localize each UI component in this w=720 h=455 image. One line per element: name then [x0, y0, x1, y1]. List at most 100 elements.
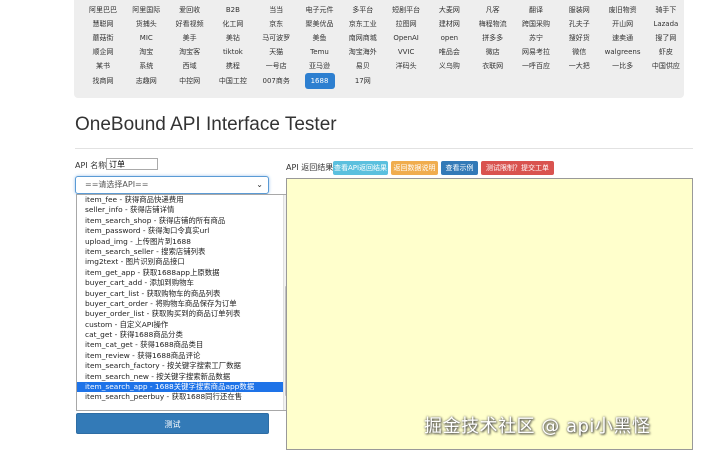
api-option[interactable]: item_search_app - 1688关键字搜索商品app数据 [77, 382, 293, 393]
platform-link[interactable]: 微信 [556, 45, 602, 59]
platform-link[interactable]: 翻译 [513, 3, 559, 17]
api-option[interactable]: custom - 自定义API操作 [77, 320, 293, 330]
api-option[interactable]: item_review - 获得1688商品评论 [77, 351, 293, 361]
platform-link[interactable]: tiktok [210, 45, 256, 59]
api-option[interactable]: buyer_cart_add - 添加到购物车 [77, 278, 293, 288]
view-example-button[interactable]: 查看示例 [441, 161, 478, 175]
api-option[interactable]: item_fee - 获得商品快递费用 [77, 195, 293, 205]
platform-link[interactable]: 阿里国际 [123, 3, 169, 17]
platform-link[interactable]: 阿里巴巴 [80, 3, 126, 17]
platform-link[interactable]: Lazada [643, 17, 689, 31]
platform-link[interactable]: 1688 [304, 73, 335, 89]
platform-link[interactable]: 17网 [340, 74, 386, 88]
platform-link[interactable]: 电子元件 [297, 3, 343, 17]
platform-link[interactable]: 网易考拉 [513, 45, 559, 59]
platform-link[interactable]: MIC [123, 31, 169, 45]
api-name-input[interactable] [106, 158, 158, 170]
platform-link[interactable]: B2B [210, 3, 256, 17]
platform-link[interactable]: 蘑菇街 [80, 31, 126, 45]
api-select[interactable]: ==请选择API== ⌄ [75, 176, 269, 194]
platform-link[interactable]: 淘宝客 [167, 45, 213, 59]
api-option[interactable]: item_get_app - 获取1688app上原数据 [77, 268, 293, 278]
data-description-button[interactable]: 返回数据说明 [391, 161, 438, 175]
platform-link[interactable]: 苏宁 [513, 31, 559, 45]
platform-link[interactable]: VVIC [383, 45, 429, 59]
platform-link[interactable]: 美手 [167, 31, 213, 45]
platform-link[interactable]: 唯品会 [426, 45, 472, 59]
platform-link[interactable]: 搜好货 [556, 31, 602, 45]
platform-link[interactable]: 速卖通 [600, 31, 646, 45]
platform-link[interactable]: 淘宝 [123, 45, 169, 59]
api-option[interactable]: cat_get - 获得1688商品分类 [77, 330, 293, 340]
api-option[interactable]: item_password - 获得淘口令真实url [77, 226, 293, 236]
platform-link[interactable]: 马可波罗 [253, 31, 299, 45]
platform-link[interactable]: open [426, 31, 472, 45]
api-option[interactable]: buyer_cart_list - 获取购物车的商品列表 [77, 289, 293, 299]
platform-link[interactable]: 好看视频 [167, 17, 213, 31]
platform-link[interactable]: 携程 [210, 59, 256, 73]
platform-link[interactable]: 服装网 [556, 3, 602, 17]
platform-link[interactable]: 中控网 [167, 74, 213, 88]
platform-link[interactable]: 货捕头 [123, 17, 169, 31]
api-option[interactable]: buyer_cart_order - 将购物车商品保存为订单 [77, 299, 293, 309]
platform-link[interactable]: 微店 [470, 45, 516, 59]
platform-link[interactable]: 京东 [253, 17, 299, 31]
api-option[interactable]: item_search_peerbuy - 获取1688同行还在售 [77, 392, 293, 402]
platform-link[interactable]: 跨国采购 [513, 17, 559, 31]
view-result-button[interactable]: 查看API返回结果 [333, 161, 388, 175]
platform-link[interactable]: 拉图网 [383, 17, 429, 31]
platform-link[interactable]: 当当 [253, 3, 299, 17]
platform-link[interactable]: 京东工业 [340, 17, 386, 31]
platform-link[interactable]: 美鱼 [297, 31, 343, 45]
result-textarea[interactable] [286, 178, 693, 450]
platform-link[interactable]: 多平台 [340, 3, 386, 17]
platform-link[interactable]: 找商网 [80, 74, 126, 88]
platform-link[interactable]: 孔夫子 [556, 17, 602, 31]
submit-ticket-button[interactable]: 测试限制？提交工单 [481, 161, 554, 175]
platform-link[interactable]: 洋码头 [383, 59, 429, 73]
platform-link[interactable]: 聚美优品 [297, 17, 343, 31]
api-option[interactable]: item_search_seller - 搜索店铺列表 [77, 247, 293, 257]
api-option[interactable]: upload_img - 上传图片到1688 [77, 237, 293, 247]
api-options-list[interactable]: item_fee - 获得商品快递费用 seller_info - 获得店铺详情 i… [76, 194, 294, 411]
api-option[interactable]: buyer_order_list - 获取购买到的商品订单列表 [77, 309, 293, 319]
platform-link[interactable]: 中国供应 [643, 59, 689, 73]
platform-link[interactable]: 某书 [80, 59, 126, 73]
platform-link[interactable]: 顺企网 [80, 45, 126, 59]
platform-link[interactable]: 一大把 [556, 59, 602, 73]
platform-link[interactable]: 搜了网 [643, 31, 689, 45]
api-option[interactable]: item_search_factory - 按关键字搜索工厂数据 [77, 361, 293, 371]
platform-link[interactable]: 一号店 [253, 59, 299, 73]
platform-link[interactable]: 一比多 [600, 59, 646, 73]
platform-link[interactable]: 易贝 [340, 59, 386, 73]
platform-link[interactable]: 开山网 [600, 17, 646, 31]
platform-link[interactable]: walgreens [600, 45, 646, 59]
platform-link[interactable]: 短剧平台 [383, 3, 429, 17]
platform-link[interactable]: 废旧物资 [600, 3, 646, 17]
api-option[interactable]: item_search_new - 按关键字搜索新品数据 [77, 372, 293, 382]
platform-link[interactable]: 淘宝海外 [340, 45, 386, 59]
platform-link[interactable]: 西域 [167, 59, 213, 73]
platform-link[interactable]: OpenAI [383, 31, 429, 45]
platform-link[interactable]: 虾皮 [643, 45, 689, 59]
test-button[interactable]: 测试 [76, 413, 269, 434]
platform-link[interactable]: 梅程物流 [470, 17, 516, 31]
platform-link[interactable]: 慧聪网 [80, 17, 126, 31]
platform-link[interactable]: 化工网 [210, 17, 256, 31]
platform-link[interactable]: 一呼百应 [513, 59, 559, 73]
platform-link[interactable]: 南网商城 [340, 31, 386, 45]
api-option[interactable]: item_search_shop - 获得店铺的所有商品 [77, 216, 293, 226]
platform-link[interactable]: 亚马逊 [297, 59, 343, 73]
platform-link[interactable]: 建材网 [426, 17, 472, 31]
api-option[interactable]: item_cat_get - 获得1688商品类目 [77, 340, 293, 350]
platform-link[interactable]: 拼多多 [470, 31, 516, 45]
api-option[interactable]: seller_info - 获得店铺详情 [77, 205, 293, 215]
platform-link[interactable]: 义乌购 [426, 59, 472, 73]
platform-link[interactable]: 中国工控 [210, 74, 256, 88]
platform-link[interactable]: 系统 [123, 59, 169, 73]
platform-link[interactable]: 骑手下 [643, 3, 689, 17]
platform-link[interactable]: 美钻 [210, 31, 256, 45]
api-option[interactable]: img2text - 图片识别商品接口 [77, 257, 293, 267]
platform-link[interactable]: 爱回收 [167, 3, 213, 17]
platform-link[interactable]: 天猫 [253, 45, 299, 59]
